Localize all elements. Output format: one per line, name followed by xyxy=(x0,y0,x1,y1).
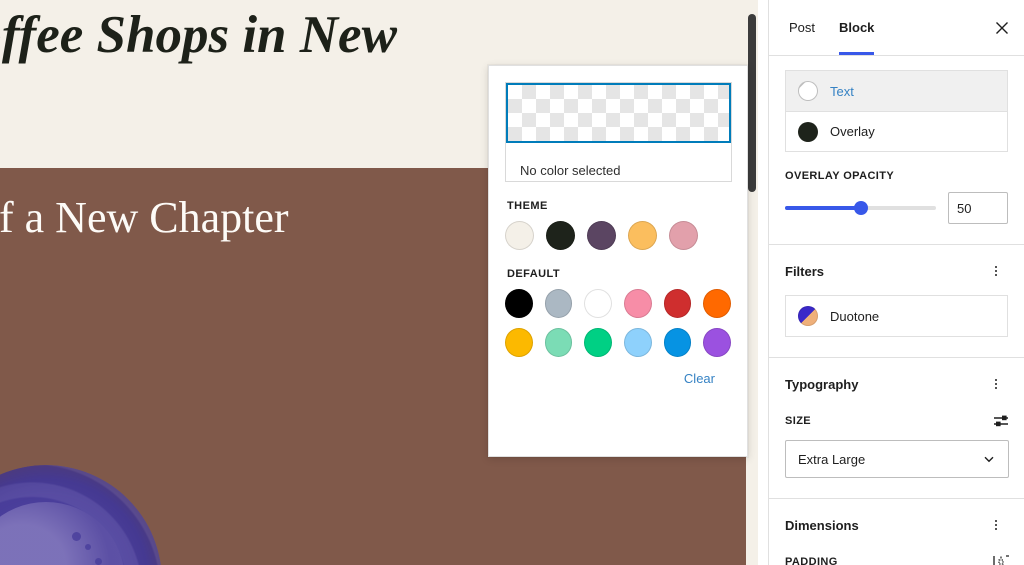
color-preview-box: No color selected xyxy=(505,82,732,182)
duotone-label: Duotone xyxy=(830,308,880,324)
color-preview-label: No color selected xyxy=(520,163,621,178)
default-swatch-vivid-red[interactable] xyxy=(663,289,692,318)
default-swatch-white[interactable] xyxy=(584,289,613,318)
duotone-control-box: Duotone xyxy=(785,295,1008,337)
default-swatch-row-2 xyxy=(505,328,732,357)
slider-fill xyxy=(785,206,861,210)
tab-block[interactable]: Block xyxy=(827,0,886,55)
padding-label-row: PADDING xyxy=(785,553,1010,565)
slider-thumb[interactable] xyxy=(853,201,868,215)
default-swatch-light-green-cyan[interactable] xyxy=(544,328,573,357)
canvas-scrollbar-thumb[interactable] xyxy=(748,14,756,192)
theme-swatch-contrast[interactable] xyxy=(546,221,575,250)
clear-button[interactable]: Clear xyxy=(684,371,715,386)
padding-sides-icon[interactable] xyxy=(992,553,1010,565)
overlay-opacity-slider[interactable] xyxy=(785,199,936,217)
coffee-image-base xyxy=(0,465,162,565)
section-divider xyxy=(769,244,1024,245)
color-row-overlay-label: Overlay xyxy=(830,124,875,139)
typography-panel-header: Typography xyxy=(785,372,1008,396)
color-picker-popover: No color selected THEME DEFAULT Clear xyxy=(488,65,748,457)
color-row-text[interactable]: Text xyxy=(786,71,1007,111)
wordpress-block-editor: Coffee Shops in New ng of a New Chapter xyxy=(0,0,1024,565)
tab-post[interactable]: Post xyxy=(777,0,827,55)
default-swatches-label: DEFAULT xyxy=(507,268,561,280)
theme-swatches-label: THEME xyxy=(507,200,548,212)
duotone-row[interactable]: Duotone xyxy=(786,296,1007,336)
image-edge-fade xyxy=(0,465,162,565)
duotone-icon xyxy=(798,306,818,326)
filters-panel-header: Filters xyxy=(785,259,1008,283)
theme-swatch-row xyxy=(505,221,731,250)
size-label: SIZE xyxy=(785,415,812,427)
typography-options-icon[interactable] xyxy=(984,372,1008,396)
default-swatch-row-1 xyxy=(505,289,732,318)
default-swatch-black[interactable] xyxy=(505,289,533,318)
default-swatch-pale-pink[interactable] xyxy=(624,289,652,318)
theme-swatch-primary[interactable] xyxy=(587,221,616,250)
filters-title: Filters xyxy=(785,263,825,279)
theme-swatch-tertiary[interactable] xyxy=(669,221,698,250)
color-settings-list: Text Overlay xyxy=(785,70,1008,152)
font-size-settings-icon[interactable] xyxy=(992,412,1010,430)
block-settings-sidebar: Post Block Text Overlay OVERLAY OPACITY xyxy=(768,0,1024,565)
default-swatch-vivid-cyan-blue[interactable] xyxy=(663,328,692,357)
default-swatch-cyan-bluish-gray[interactable] xyxy=(544,289,573,318)
font-size-select[interactable]: Extra Large xyxy=(785,440,1009,478)
close-icon[interactable] xyxy=(988,14,1016,42)
filters-options-icon[interactable] xyxy=(984,259,1008,283)
clear-row: Clear xyxy=(505,371,731,386)
default-swatch-vivid-purple[interactable] xyxy=(703,328,732,357)
section-divider xyxy=(769,357,1024,358)
default-swatch-pale-cyan-blue[interactable] xyxy=(624,328,652,357)
sidebar-header: Post Block xyxy=(769,0,1024,56)
default-swatch-vivid-green-cyan[interactable] xyxy=(584,328,613,357)
default-swatch-vivid-amber[interactable] xyxy=(505,328,533,357)
padding-label: PADDING xyxy=(785,556,838,565)
overlay-opacity-row xyxy=(785,192,1008,224)
page-title[interactable]: Coffee Shops in New xyxy=(0,6,460,65)
coffee-cup-duotone-image[interactable] xyxy=(0,465,162,565)
font-size-value: Extra Large xyxy=(798,451,866,467)
section-divider xyxy=(769,498,1024,499)
chevron-down-icon xyxy=(982,452,996,466)
typography-size-row: SIZE xyxy=(785,412,1010,430)
theme-swatch-secondary[interactable] xyxy=(628,221,657,250)
overlay-opacity-input[interactable] xyxy=(948,192,1008,224)
dimensions-options-icon[interactable] xyxy=(984,513,1008,537)
dimensions-panel-header: Dimensions xyxy=(785,513,1008,537)
cover-heading[interactable]: ng of a New Chapter xyxy=(0,193,482,244)
overlay-color-swatch xyxy=(798,121,818,142)
no-color-icon xyxy=(798,81,818,101)
default-swatch-vivid-orange[interactable] xyxy=(703,289,732,318)
transparent-preview-swatch[interactable] xyxy=(506,83,731,143)
overlay-opacity-label: OVERLAY OPACITY xyxy=(785,170,895,182)
dimensions-title: Dimensions xyxy=(785,517,859,533)
typography-title: Typography xyxy=(785,376,859,392)
color-row-overlay[interactable]: Overlay xyxy=(786,111,1007,151)
theme-swatch-base[interactable] xyxy=(505,221,534,250)
color-row-text-label: Text xyxy=(830,83,854,99)
